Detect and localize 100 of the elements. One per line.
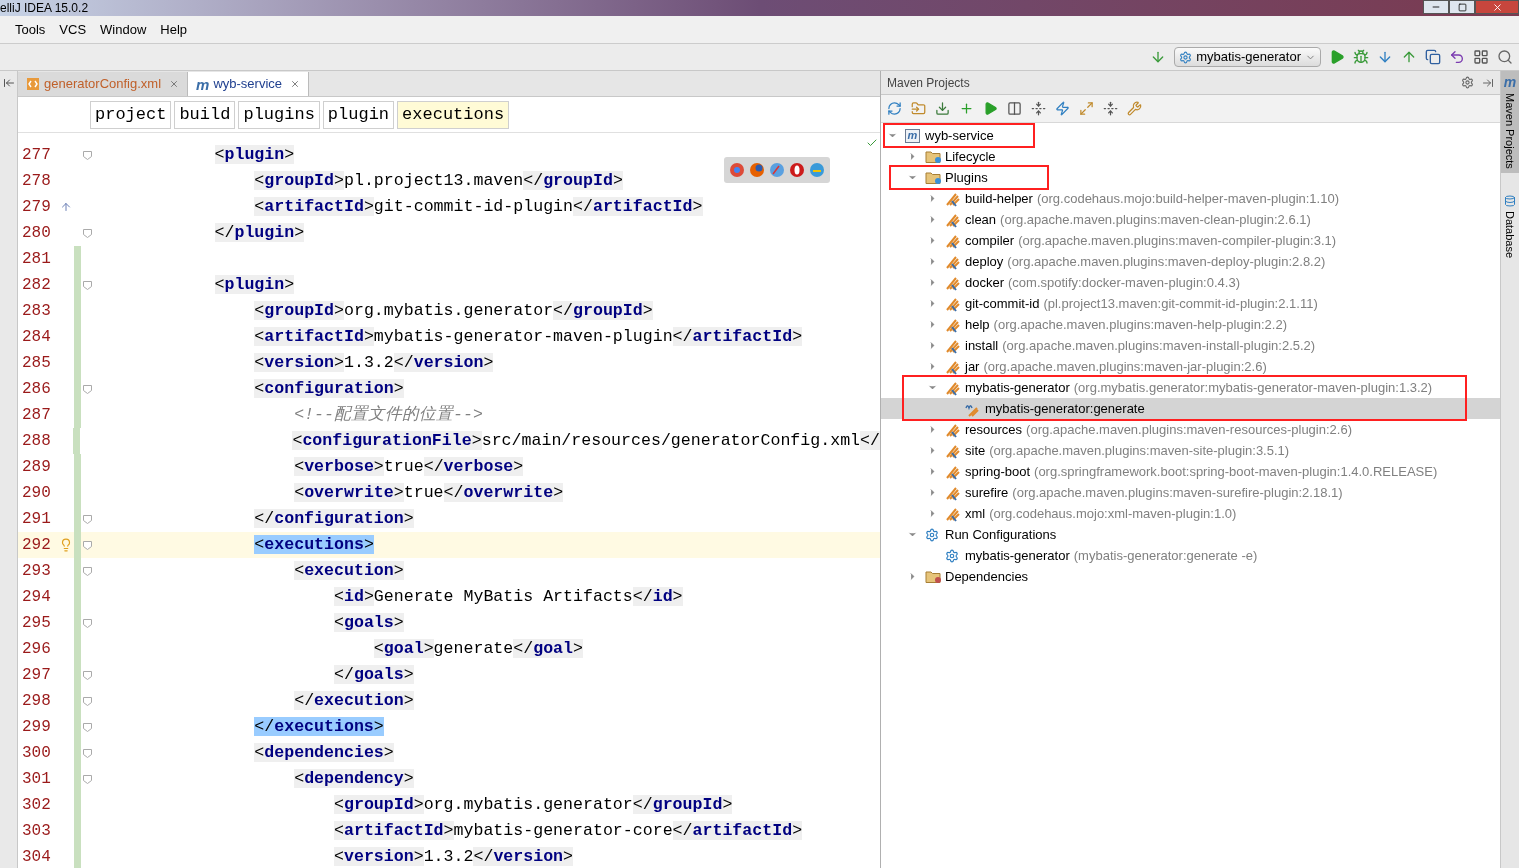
debug-icon[interactable] bbox=[1353, 49, 1369, 65]
fold-icon[interactable] bbox=[82, 774, 92, 784]
tree-item[interactable]: site (org.apache.maven.plugins:maven-site-plugin:3.5.1) bbox=[881, 440, 1500, 461]
line-number: 281 bbox=[21, 249, 52, 270]
fold-icon[interactable] bbox=[82, 514, 92, 524]
code-line: <id>Generate MyBatis Artifacts</id> bbox=[333, 586, 683, 608]
editor-tab[interactable]: m wyb-service bbox=[188, 72, 310, 96]
breadcrumb[interactable]: project bbox=[90, 100, 172, 129]
fold-icon[interactable] bbox=[82, 384, 92, 394]
tree-item[interactable]: Run Configurations bbox=[881, 524, 1500, 545]
expand-all-icon[interactable] bbox=[1079, 101, 1094, 116]
line-number: 288 bbox=[21, 431, 52, 452]
tree-label: git-commit-id bbox=[965, 294, 1040, 313]
tree-detail: (org.apache.maven.plugins:maven-site-plugin:3.5.1) bbox=[989, 441, 1290, 460]
tree-label: help bbox=[965, 315, 990, 334]
tree-item[interactable]: install (org.apache.maven.plugins:maven-install-plugin:2.5.2) bbox=[881, 335, 1500, 356]
tree-item[interactable]: git-commit-id (pl.project13.maven:git-commit-id-plugin:2.1.11) bbox=[881, 293, 1500, 314]
tree-label: clean bbox=[965, 210, 997, 229]
code-line: <artifactId>git-commit-id-plugin</artifactId> bbox=[253, 196, 703, 218]
structure-icon[interactable] bbox=[1473, 49, 1489, 65]
browser-icons-drawing[interactable] bbox=[724, 157, 830, 183]
tree-item[interactable]: Lifecycle bbox=[881, 146, 1500, 167]
gear-icon bbox=[1179, 50, 1193, 64]
breadcrumb[interactable]: executions bbox=[397, 100, 510, 129]
tree-item[interactable]: jar (org.apache.maven.plugins:maven-jar-plugin:2.6) bbox=[881, 356, 1500, 377]
tree-item[interactable]: mybatis-generator:generate bbox=[881, 398, 1500, 419]
fold-icon[interactable] bbox=[82, 670, 92, 680]
tree-item[interactable]: spring-boot (org.springframework.boot:spring-boot-maven-plugin:1.4.0.RELEASE) bbox=[881, 461, 1500, 482]
line-number: 280 bbox=[21, 223, 52, 244]
tree-detail: (org.codehaus.mojo:build-helper-maven-plugin:1.10) bbox=[1036, 189, 1339, 208]
breadcrumb[interactable]: plugin bbox=[322, 100, 395, 129]
hide-panel-icon[interactable] bbox=[2, 77, 15, 89]
compare-icon[interactable] bbox=[1425, 49, 1441, 65]
menu-item[interactable]: VCS bbox=[59, 19, 87, 40]
tree-item[interactable]: Plugins bbox=[881, 167, 1500, 188]
breadcrumb[interactable]: plugins bbox=[238, 100, 320, 129]
fold-icon[interactable] bbox=[82, 150, 92, 160]
code-line: <!--配置文件的位置--> bbox=[293, 404, 483, 426]
menu-item[interactable]: Window bbox=[100, 19, 147, 40]
close-tab-icon[interactable] bbox=[169, 79, 180, 89]
line-number: 301 bbox=[21, 769, 52, 790]
lightning-icon[interactable] bbox=[1055, 101, 1070, 116]
tree-item[interactable]: xml (org.codehaus.mojo:xml-maven-plugin:1.0) bbox=[881, 503, 1500, 524]
vcs-commit-icon[interactable] bbox=[1401, 49, 1417, 65]
tree-item[interactable]: Dependencies bbox=[881, 566, 1500, 587]
tree-label: install bbox=[965, 336, 999, 355]
run-icon[interactable] bbox=[983, 101, 998, 116]
tree-item[interactable]: mybatis-generator (org.mybatis.generator:mybatis-generator-maven-plugin:1.3.2) bbox=[881, 377, 1500, 398]
download-icon[interactable] bbox=[935, 101, 950, 116]
tree-item[interactable]: m wyb-service bbox=[881, 125, 1500, 146]
tree-item[interactable]: compiler (org.apache.maven.plugins:maven-compiler-plugin:3.1) bbox=[881, 230, 1500, 251]
tree-label: mybatis-generator bbox=[965, 378, 1070, 397]
tree-label: mybatis-generator bbox=[965, 546, 1070, 565]
menu-item[interactable]: Tools bbox=[15, 19, 46, 40]
line-number: 282 bbox=[21, 275, 52, 296]
tree-detail: (org.apache.maven.plugins:maven-deploy-plugin:2.8.2) bbox=[1007, 252, 1326, 271]
line-number: 296 bbox=[21, 639, 52, 660]
tree-item[interactable]: resources (org.apache.maven.plugins:maven-resources-plugin:2.6) bbox=[881, 419, 1500, 440]
run-config-dropdown[interactable]: mybatis-generator bbox=[1174, 47, 1321, 67]
minimize-button[interactable] bbox=[1423, 0, 1449, 14]
close-tab-icon[interactable] bbox=[290, 79, 301, 89]
tree-detail: (org.springframework.boot:spring-boot-maven-plugin:1.4.0.RELEASE) bbox=[1034, 462, 1438, 481]
fold-icon[interactable] bbox=[82, 566, 92, 576]
tree-label: build-helper bbox=[965, 189, 1033, 208]
code-line: <artifactId>mybatis-generator-maven-plugin</artifactId> bbox=[253, 326, 803, 348]
add-icon[interactable] bbox=[959, 101, 974, 116]
collapse-all-icon[interactable] bbox=[1103, 101, 1118, 116]
line-number: 303 bbox=[21, 821, 52, 842]
gear-icon bbox=[945, 548, 959, 563]
breadcrumb[interactable]: build bbox=[174, 100, 236, 129]
run-icon[interactable] bbox=[1329, 49, 1345, 65]
menu-item[interactable]: Help bbox=[160, 19, 188, 40]
side-tab[interactable]: Database bbox=[1501, 190, 1519, 262]
side-tab[interactable]: m Maven Projects bbox=[1501, 71, 1519, 173]
refresh-icon[interactable] bbox=[887, 101, 902, 116]
fold-icon[interactable] bbox=[82, 540, 92, 550]
search-icon[interactable] bbox=[1497, 49, 1513, 65]
fold-icon[interactable] bbox=[82, 722, 92, 732]
tree-item[interactable]: mybatis-generator (mybatis-generator:generate -e) bbox=[881, 545, 1500, 566]
hide-panel-icon[interactable] bbox=[1482, 76, 1494, 89]
fold-icon[interactable] bbox=[82, 618, 92, 628]
fold-icon[interactable] bbox=[82, 696, 92, 706]
tree-item[interactable]: help (org.apache.maven.plugins:maven-help-plugin:2.2) bbox=[881, 314, 1500, 335]
revert-icon[interactable] bbox=[1449, 49, 1465, 65]
vcs-update-icon[interactable] bbox=[1377, 49, 1393, 65]
fold-icon[interactable] bbox=[82, 228, 92, 238]
tree-label: Dependencies bbox=[945, 567, 1029, 586]
lightbulb-icon[interactable] bbox=[59, 538, 73, 552]
tree-item[interactable]: docker (com.spotify:docker-maven-plugin:0.4.3) bbox=[881, 272, 1500, 293]
tree-item[interactable]: build-helper (org.codehaus.mojo:build-helper-maven-plugin:1.10) bbox=[881, 188, 1500, 209]
maximize-button[interactable] bbox=[1449, 0, 1475, 14]
tree-item[interactable]: clean (org.apache.maven.plugins:maven-clean-plugin:2.6.1) bbox=[881, 209, 1500, 230]
inspection-ok-icon bbox=[866, 137, 878, 149]
fold-icon[interactable] bbox=[82, 280, 92, 290]
override-icon[interactable] bbox=[60, 201, 72, 213]
tree-item[interactable]: surefire (org.apache.maven.plugins:maven-surefire-plugin:2.18.1) bbox=[881, 482, 1500, 503]
line-number: 285 bbox=[21, 353, 52, 374]
close-button[interactable] bbox=[1475, 0, 1519, 14]
tree-item[interactable]: deploy (org.apache.maven.plugins:maven-deploy-plugin:2.8.2) bbox=[881, 251, 1500, 272]
fold-icon[interactable] bbox=[82, 748, 92, 758]
